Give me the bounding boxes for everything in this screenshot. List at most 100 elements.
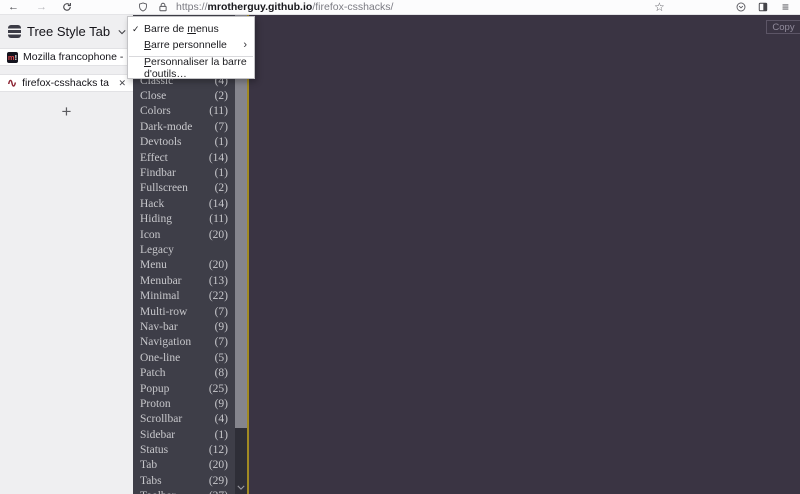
forward-icon[interactable]: → (36, 0, 47, 14)
hamburger-menu-icon[interactable]: ≡ (782, 0, 789, 14)
tree-style-tab-icon (8, 25, 21, 38)
tag-name: Status (140, 444, 169, 457)
tag-link-fullscreen[interactable]: Fullscreen (2) (133, 181, 235, 196)
tag-count: (11) (209, 105, 228, 118)
tag-count: (2) (214, 90, 228, 103)
tag-count: (25) (208, 382, 228, 395)
tag-name: Minimal (140, 290, 180, 303)
tag-link-tab[interactable]: Tab (20) (133, 458, 235, 473)
bookmark-star-icon[interactable]: ☆ (654, 0, 665, 14)
tag-link-findbar[interactable]: Findbar (1) (133, 165, 235, 180)
tag-name: One-line (140, 351, 181, 364)
tag-name: Menubar (140, 274, 182, 287)
tag-name: Fullscreen (140, 182, 188, 195)
reload-icon[interactable] (62, 2, 72, 16)
menu-item-label: Barre de menus (144, 23, 219, 35)
url-bar[interactable]: https://mrotherguy.github.io/firefox-css… (176, 0, 393, 14)
tag-name: Colors (140, 105, 171, 118)
tag-name: Tabs (140, 474, 162, 487)
tag-count: (14) (208, 197, 228, 210)
tag-count: (20) (208, 259, 228, 272)
url-scheme: https:// (176, 1, 208, 13)
copy-button[interactable]: Copy (766, 20, 800, 34)
tag-count: (2) (214, 182, 228, 195)
tag-count: (8) (214, 367, 228, 380)
menu-item-label: Personnaliser la barre d'outils… (144, 56, 247, 80)
tag-name: Effect (140, 151, 168, 164)
tag-name: Proton (140, 397, 171, 410)
tag-link-popup[interactable]: Popup (25) (133, 381, 235, 396)
tag-count: (29) (208, 474, 228, 487)
favicon: m! (7, 51, 18, 63)
tag-name: Close (140, 90, 167, 103)
tag-name: Menu (140, 259, 167, 272)
tag-link-patch[interactable]: Patch (8) (133, 365, 235, 380)
tag-name: Hack (140, 197, 165, 210)
tag-name: Tab (140, 459, 158, 472)
sidebar-tab-mozilla-francophone-com[interactable]: m! Mozilla francophone - Com (0, 48, 133, 66)
tag-count: (1) (214, 428, 228, 441)
tag-count: (7) (214, 120, 228, 133)
favicon: ∿ (7, 75, 18, 90)
tracking-protection-shield-icon[interactable] (138, 2, 148, 16)
tab-label: Mozilla francophone - Com (23, 51, 126, 63)
tag-name: Multi-row (140, 305, 188, 318)
chevron-down-icon[interactable] (118, 29, 126, 35)
tag-link-toolbar[interactable]: Toolbar (27) (133, 489, 235, 494)
tag-link-devtools[interactable]: Devtools (1) (133, 135, 235, 150)
tag-count: (27) (209, 490, 228, 494)
page-scrollbar[interactable] (235, 15, 247, 494)
tag-count: (7) (214, 336, 228, 349)
library-icon[interactable] (758, 2, 768, 16)
tag-link-menubar[interactable]: Menubar (13) (133, 273, 235, 288)
submenu-arrow-icon: › (243, 39, 247, 51)
tag-link-multi-row[interactable]: Multi-row (7) (133, 304, 235, 319)
tag-link-effect[interactable]: Effect (14) (133, 150, 235, 165)
close-tab-icon[interactable]: ✕ (114, 78, 126, 89)
tag-name: Patch (140, 367, 166, 380)
lock-icon[interactable] (158, 2, 168, 16)
tag-name: Nav-bar (140, 320, 178, 333)
tag-link-tabs[interactable]: Tabs (29) (133, 473, 235, 488)
pocket-icon[interactable] (736, 2, 746, 16)
page-content: Classic (4) Close (2) Colors (11) Dark-mode (7)… (133, 15, 800, 494)
url-path: /firefox-csshacks/ (312, 1, 394, 13)
menu-item-barre-de-menus[interactable]: ✓ Barre de menus (128, 21, 254, 37)
context-menu: ✓ Barre de menus Barre personnelle › Personn… (127, 16, 255, 80)
tag-link-colors[interactable]: Colors (11) (133, 104, 235, 119)
tag-link-nav-bar[interactable]: Nav-bar (9) (133, 319, 235, 334)
sidebar-title: Tree Style Tab (27, 24, 111, 39)
tag-count: (9) (214, 397, 228, 410)
scrollbar-down-arrow-icon[interactable] (235, 481, 247, 493)
tag-name: Legacy (140, 243, 174, 256)
new-tab-button[interactable]: + (0, 101, 133, 123)
tag-name: Devtools (140, 136, 182, 149)
tag-link-hiding[interactable]: Hiding (11) (133, 212, 235, 227)
tag-link-scrollbar[interactable]: Scrollbar (4) (133, 412, 235, 427)
tag-link-navigation[interactable]: Navigation (7) (133, 335, 235, 350)
tag-link-one-line[interactable]: One-line (5) (133, 350, 235, 365)
tag-link-minimal[interactable]: Minimal (22) (133, 288, 235, 303)
tag-link-proton[interactable]: Proton (9) (133, 396, 235, 411)
tree-style-tab-sidebar: Tree Style Tab m! Mozilla francophone - C… (0, 15, 133, 494)
tag-link-close[interactable]: Close (2) (133, 88, 235, 103)
back-icon[interactable]: ← (8, 0, 19, 14)
tag-link-legacy[interactable]: Legacy (133, 242, 235, 257)
tag-name: Dark-mode (140, 120, 193, 133)
tag-name: Navigation (140, 336, 192, 349)
checkmark-icon: ✓ (132, 23, 140, 34)
tag-count: (5) (214, 351, 228, 364)
sidebar-header[interactable]: Tree Style Tab (0, 15, 133, 48)
tag-link-dark-mode[interactable]: Dark-mode (7) (133, 119, 235, 134)
tag-link-status[interactable]: Status (12) (133, 442, 235, 457)
menu-item-barre-personnelle[interactable]: Barre personnelle › (128, 37, 254, 53)
tag-link-sidebar[interactable]: Sidebar (1) (133, 427, 235, 442)
tag-link-hack[interactable]: Hack (14) (133, 196, 235, 211)
tag-link-icon[interactable]: Icon (20) (133, 227, 235, 242)
tag-count: (20) (208, 228, 228, 241)
tag-count: (1) (214, 167, 228, 180)
menu-item-personnaliser-la-barre-d-outils[interactable]: Personnaliser la barre d'outils… (128, 56, 254, 80)
sidebar-tab-firefox-csshacks-tag-browser[interactable]: ∿ firefox-csshacks tag browser ✕ (0, 74, 133, 92)
tag-count: (12) (208, 444, 228, 457)
tag-link-menu[interactable]: Menu (20) (133, 258, 235, 273)
